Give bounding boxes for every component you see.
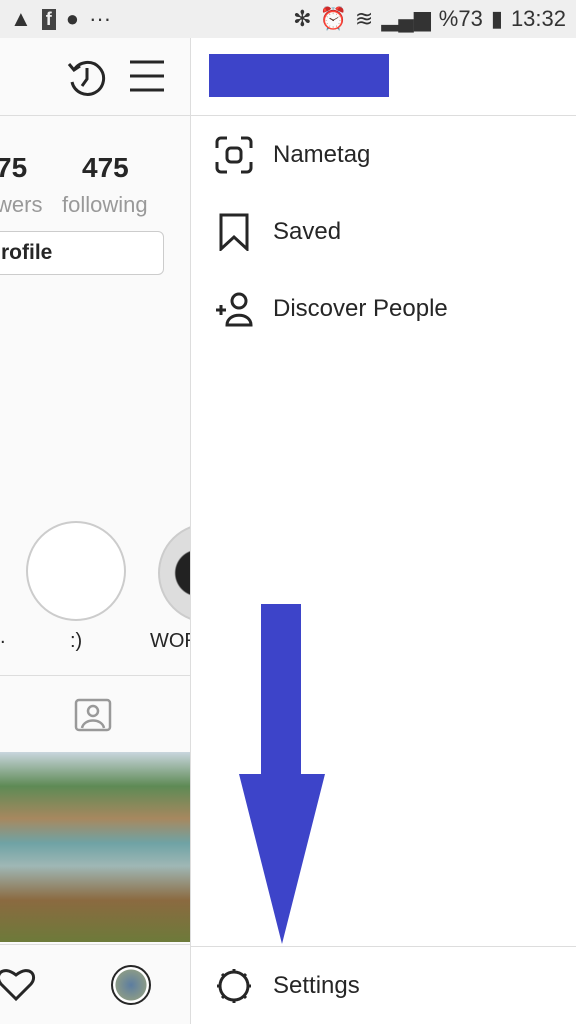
menu-item-saved[interactable]: Saved xyxy=(191,202,576,262)
annotation-arrow-down xyxy=(239,604,325,944)
menu-item-discover-people[interactable]: Discover People xyxy=(191,279,576,339)
following-count[interactable]: 475 xyxy=(82,152,129,184)
nametag-icon xyxy=(215,136,253,174)
highlight-label: :) xyxy=(70,630,83,652)
profile-avatar-tab[interactable] xyxy=(111,965,151,1005)
menu-item-label: Saved xyxy=(273,218,342,245)
followers-count[interactable]: 75 xyxy=(0,152,27,184)
signal-icon: ▂▄▆ xyxy=(381,6,431,31)
history-icon[interactable] xyxy=(66,58,106,98)
edit-profile-button[interactable]: rofile xyxy=(0,231,164,275)
post-thumbnail[interactable] xyxy=(0,752,190,942)
followers-label[interactable]: wers xyxy=(0,192,42,218)
highlight-circle[interactable] xyxy=(26,521,126,621)
menu-icon[interactable] xyxy=(130,60,164,92)
alarm-icon: ⏰ xyxy=(319,6,347,31)
tagged-photos-icon[interactable] xyxy=(74,696,112,732)
bookmark-icon xyxy=(219,213,249,251)
add-person-icon xyxy=(216,292,253,327)
menu-item-label: Nametag xyxy=(273,141,371,168)
highlight-label: . xyxy=(0,626,6,648)
wifi-icon: ≋ xyxy=(354,6,374,31)
menu-item-settings[interactable]: Settings xyxy=(191,956,576,1016)
menu-item-label: Discover People xyxy=(273,295,448,322)
highlight-circle[interactable] xyxy=(158,523,190,623)
more-icon: ··· xyxy=(89,6,112,31)
warning-icon: ▲ xyxy=(10,6,32,31)
username-redaction xyxy=(209,54,389,97)
bluetooth-icon: ✻ xyxy=(293,6,312,31)
following-label[interactable]: following xyxy=(62,192,148,218)
clock: 13:32 xyxy=(510,6,566,31)
heart-icon[interactable] xyxy=(0,966,36,1002)
status-bar: ▲ f ● ··· ✻ ⏰ ≋ ▂▄▆ %73 ▮ 13:32 xyxy=(0,0,576,38)
battery-icon: ▮ xyxy=(490,6,503,31)
battery-percent: %73 xyxy=(438,6,483,31)
settings-gear-icon xyxy=(217,969,251,1003)
profile-page: 75 wers 475 following rofile . :) WOR xyxy=(0,38,190,1024)
side-drawer: Nametag Saved Discover People Settings xyxy=(190,38,576,1024)
menu-item-nametag[interactable]: Nametag xyxy=(191,125,576,185)
highlight-label: WOR xyxy=(150,630,190,652)
menu-item-label: Settings xyxy=(273,972,360,999)
messenger-icon: ● xyxy=(65,6,80,31)
facebook-icon: f xyxy=(41,8,56,30)
